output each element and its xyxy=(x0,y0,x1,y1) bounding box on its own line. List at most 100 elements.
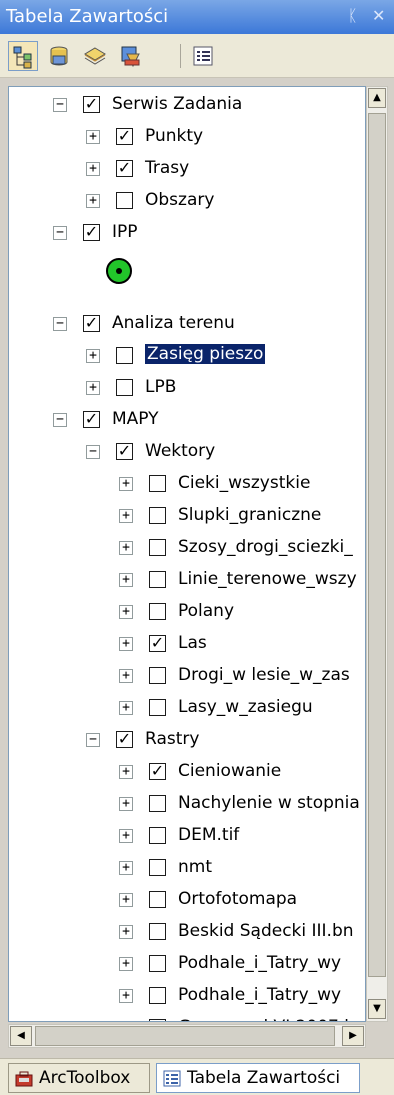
collapse-icon[interactable]: − xyxy=(53,98,67,112)
tree-row[interactable]: + Slupki_graniczne xyxy=(9,503,365,531)
layer-visibility-checkbox[interactable] xyxy=(116,379,133,396)
tree-row[interactable]: − ✓ Rastry xyxy=(9,727,365,755)
layer-visibility-checkbox[interactable] xyxy=(149,859,166,876)
tree-row[interactable]: + ✓ Punkty xyxy=(9,124,365,152)
layer-visibility-checkbox[interactable] xyxy=(149,795,166,812)
layer-visibility-checkbox[interactable] xyxy=(149,1019,166,1021)
tree-row[interactable]: + ✓ Las xyxy=(9,631,365,659)
layer-label[interactable]: Obszary xyxy=(145,190,214,210)
layer-label[interactable]: Las xyxy=(178,633,207,653)
layer-visibility-checkbox[interactable] xyxy=(149,827,166,844)
list-by-drawing-order-button[interactable] xyxy=(8,41,38,71)
layer-visibility-checkbox[interactable] xyxy=(149,571,166,588)
collapse-icon[interactable]: − xyxy=(86,733,100,747)
layer-label[interactable]: Cieniowanie xyxy=(178,761,281,781)
layer-visibility-checkbox[interactable]: ✓ xyxy=(83,315,100,332)
list-by-selection-button[interactable] xyxy=(116,41,146,71)
collapse-icon[interactable]: − xyxy=(53,226,67,240)
scroll-down-button[interactable]: ▼ xyxy=(368,999,386,1019)
layer-label[interactable]: Serwis Zadania xyxy=(112,94,242,114)
layer-visibility-checkbox[interactable] xyxy=(116,192,133,209)
vertical-scrollbar[interactable]: ▲ ▼ xyxy=(366,86,388,1022)
expand-icon[interactable]: + xyxy=(119,1021,133,1022)
tree-row[interactable]: + ✓ Cieniowanie xyxy=(9,759,365,787)
layer-visibility-checkbox[interactable]: ✓ xyxy=(116,731,133,748)
tree-row[interactable]: + Polany xyxy=(9,599,365,627)
layer-visibility-checkbox[interactable]: ✓ xyxy=(116,128,133,145)
layer-visibility-checkbox[interactable]: ✓ xyxy=(83,224,100,241)
layer-label[interactable]: IPP xyxy=(112,222,138,242)
options-button[interactable] xyxy=(188,41,218,71)
layer-label[interactable]: Polany xyxy=(178,601,234,621)
expand-icon[interactable]: + xyxy=(119,893,133,907)
tree-row[interactable]: + Gorce wyd VI 2007.b xyxy=(9,1015,365,1022)
layer-label[interactable]: Cieki_wszystkie xyxy=(178,473,310,493)
scroll-up-button[interactable]: ▲ xyxy=(368,88,386,108)
vertical-scroll-thumb[interactable] xyxy=(368,113,386,977)
tree-row[interactable]: + DEM.tif xyxy=(9,823,365,851)
tree-row[interactable]: + Szosy_drogi_sciezki_ xyxy=(9,535,365,563)
layer-label[interactable]: Rastry xyxy=(145,729,199,749)
expand-icon[interactable]: + xyxy=(119,669,133,683)
layer-visibility-checkbox[interactable]: ✓ xyxy=(149,635,166,652)
expand-icon[interactable]: + xyxy=(119,797,133,811)
tree-row[interactable]: + Ortofotomapa xyxy=(9,887,365,915)
tree-row[interactable]: + ✓ Trasy xyxy=(9,156,365,184)
layer-label[interactable]: Zasięg pieszo xyxy=(145,344,266,364)
layer-label[interactable]: Podhale_i_Tatry_wy xyxy=(178,953,341,973)
tree-row[interactable]: − ✓ Analiza terenu xyxy=(9,311,365,339)
expand-icon[interactable]: + xyxy=(119,861,133,875)
layer-label[interactable]: nmt xyxy=(178,857,212,877)
expand-icon[interactable]: + xyxy=(119,573,133,587)
close-icon[interactable]: ✕ xyxy=(372,6,385,25)
expand-icon[interactable]: + xyxy=(119,637,133,651)
layer-label[interactable]: Punkty xyxy=(145,126,203,146)
expand-icon[interactable]: + xyxy=(119,957,133,971)
tab-arctoolbox[interactable]: ArcToolbox xyxy=(8,1063,150,1093)
horizontal-scroll-thumb[interactable] xyxy=(35,1026,335,1046)
layer-label[interactable]: Linie_terenowe_wszy xyxy=(178,569,357,589)
layer-visibility-checkbox[interactable] xyxy=(149,987,166,1004)
layer-visibility-checkbox[interactable]: ✓ xyxy=(116,160,133,177)
layer-label[interactable]: Ortofotomapa xyxy=(178,889,297,909)
layer-label[interactable]: Trasy xyxy=(145,158,189,178)
tree-row[interactable]: + Podhale_i_Tatry_wy xyxy=(9,951,365,979)
layer-label[interactable]: LPB xyxy=(145,377,176,397)
scroll-right-button[interactable]: ▶ xyxy=(342,1026,364,1046)
expand-icon[interactable]: + xyxy=(119,477,133,491)
tree-row[interactable]: + LPB xyxy=(9,375,365,403)
layer-visibility-checkbox[interactable] xyxy=(149,699,166,716)
layer-visibility-checkbox[interactable] xyxy=(149,475,166,492)
tree-row[interactable]: + Cieki_wszystkie xyxy=(9,471,365,499)
list-by-source-button[interactable] xyxy=(44,41,74,71)
layer-visibility-checkbox[interactable] xyxy=(149,955,166,972)
tree-row[interactable]: + Podhale_i_Tatry_wy xyxy=(9,983,365,1011)
layer-visibility-checkbox[interactable]: ✓ xyxy=(83,411,100,428)
collapse-icon[interactable]: − xyxy=(53,317,67,331)
tree-row[interactable]: + Zasięg pieszo xyxy=(9,343,365,371)
tree-row[interactable]: + Obszary xyxy=(9,188,365,216)
expand-icon[interactable]: + xyxy=(86,162,100,176)
tree-row[interactable]: + Linie_terenowe_wszy xyxy=(9,567,365,595)
layer-label[interactable]: Gorce wyd VI 2007.b xyxy=(178,1017,355,1021)
scroll-left-button[interactable]: ◀ xyxy=(10,1026,32,1046)
expand-icon[interactable]: + xyxy=(86,381,100,395)
layer-visibility-checkbox[interactable]: ✓ xyxy=(149,763,166,780)
layer-label[interactable]: MAPY xyxy=(112,409,159,429)
layer-label[interactable]: Wektory xyxy=(145,441,215,461)
layer-visibility-checkbox[interactable] xyxy=(116,347,133,364)
expand-icon[interactable]: + xyxy=(119,765,133,779)
expand-icon[interactable]: + xyxy=(119,509,133,523)
tree-row[interactable]: − ✓ MAPY xyxy=(9,407,365,435)
pin-icon[interactable]: ᛕ xyxy=(348,6,358,25)
tree-row[interactable]: + Lasy_w_zasiegu xyxy=(9,695,365,723)
tree-row[interactable]: + Beskid Sądecki III.bn xyxy=(9,919,365,947)
tree-row[interactable]: − ✓ IPP xyxy=(9,220,365,248)
layer-label[interactable]: Drogi_w lesie_w_zas xyxy=(178,665,350,685)
layer-label[interactable]: Beskid Sądecki III.bn xyxy=(178,921,354,941)
tree-row[interactable]: − ✓ Wektory xyxy=(9,439,365,467)
expand-icon[interactable]: + xyxy=(119,541,133,555)
expand-icon[interactable]: + xyxy=(86,349,100,363)
layer-visibility-checkbox[interactable]: ✓ xyxy=(83,96,100,113)
horizontal-scrollbar[interactable]: ◀ ▶ xyxy=(8,1024,366,1048)
